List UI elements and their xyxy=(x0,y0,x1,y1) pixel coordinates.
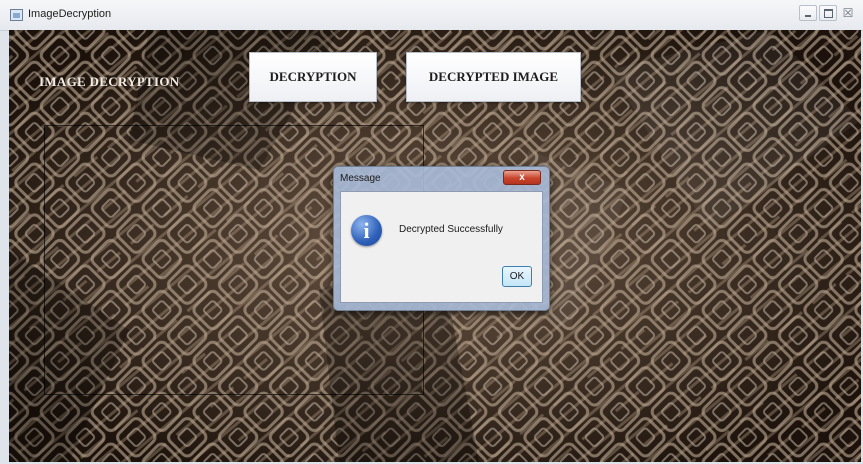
ok-button[interactable]: OK xyxy=(502,266,532,287)
minimize-button[interactable] xyxy=(799,5,817,21)
decryption-button[interactable]: DECRYPTION xyxy=(249,52,377,102)
dialog-message: Decrypted Successfully xyxy=(399,224,503,235)
message-dialog: Message x i Decrypted Successfully OK xyxy=(333,166,550,311)
info-icon: i xyxy=(351,215,382,246)
dialog-body: i Decrypted Successfully OK xyxy=(340,191,543,303)
window-title: ImageDecryption xyxy=(28,8,112,20)
dialog-close-button[interactable]: x xyxy=(503,170,541,185)
app-title: IMAGE DECRYPTION xyxy=(39,74,180,89)
application-window: ImageDecryption ☒ IMAGE DECRYPTION DECRY… xyxy=(0,0,863,464)
title-bar[interactable]: ImageDecryption ☒ xyxy=(0,0,863,31)
info-icon-glyph: i xyxy=(363,218,370,243)
decrypted-image-button[interactable]: DECRYPTED IMAGE xyxy=(406,52,581,102)
window-controls: ☒ xyxy=(799,5,857,23)
java-app-icon xyxy=(10,9,23,21)
dialog-title: Message xyxy=(340,173,381,184)
maximize-button[interactable] xyxy=(819,5,837,21)
close-window-button[interactable]: ☒ xyxy=(839,5,857,21)
